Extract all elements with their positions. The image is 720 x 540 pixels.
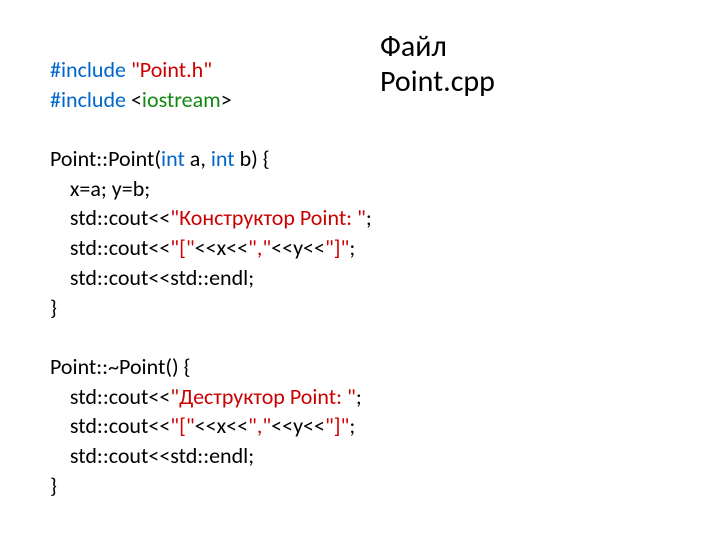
int-keyword: int xyxy=(211,145,235,172)
str-comma: "," xyxy=(248,412,271,439)
expr-y: <<y<< xyxy=(271,234,325,261)
include-keyword: #include xyxy=(50,86,126,113)
code-block: #include "Point.h" #include <iostream> P… xyxy=(50,55,372,500)
title-line-2: Point.cpp xyxy=(380,65,495,100)
endl-line: std::cout<<std::endl; xyxy=(50,264,254,291)
angle-close: > xyxy=(221,86,232,113)
str-bracket-open: "[" xyxy=(170,412,194,439)
ctor-sig-c: b) { xyxy=(235,145,270,172)
str-bracket-close: "]" xyxy=(325,412,349,439)
cout-prefix: std::cout<< xyxy=(50,234,170,261)
cout-prefix: std::cout<< xyxy=(50,204,170,231)
str-comma: "," xyxy=(248,234,271,261)
semicolon: ; xyxy=(349,412,355,439)
close-brace: } xyxy=(50,472,57,499)
iostream-name: iostream xyxy=(142,86,221,113)
assign-line: x=a; y=b; xyxy=(50,175,150,202)
cout-prefix: std::cout<< xyxy=(50,412,170,439)
ctor-sig-b: a, xyxy=(185,145,211,172)
ctor-string: "Конструктор Point: " xyxy=(170,204,366,231)
include-keyword: #include xyxy=(50,56,126,83)
expr-y: <<y<< xyxy=(271,412,325,439)
expr-x: <<x<< xyxy=(195,234,248,261)
cout-prefix: std::cout<< xyxy=(50,383,170,410)
str-bracket-close: "]" xyxy=(325,234,349,261)
close-brace: } xyxy=(50,294,57,321)
int-keyword: int xyxy=(161,145,185,172)
slide: Файл Point.cpp #include "Point.h" #inclu… xyxy=(0,0,720,540)
expr-x: <<x<< xyxy=(195,412,248,439)
file-title: Файл Point.cpp xyxy=(380,30,495,99)
semicolon: ; xyxy=(356,383,362,410)
dtor-string: "Деструктор Point: " xyxy=(170,383,356,410)
dtor-sig: Point::~Point() { xyxy=(50,353,191,380)
include-header: "Point.h" xyxy=(126,56,212,83)
angle-open: < xyxy=(126,86,142,113)
endl-line: std::cout<<std::endl; xyxy=(50,442,254,469)
semicolon: ; xyxy=(366,204,372,231)
title-line-1: Файл xyxy=(380,30,495,65)
semicolon: ; xyxy=(349,234,355,261)
ctor-sig-a: Point::Point( xyxy=(50,145,161,172)
str-bracket-open: "[" xyxy=(170,234,194,261)
